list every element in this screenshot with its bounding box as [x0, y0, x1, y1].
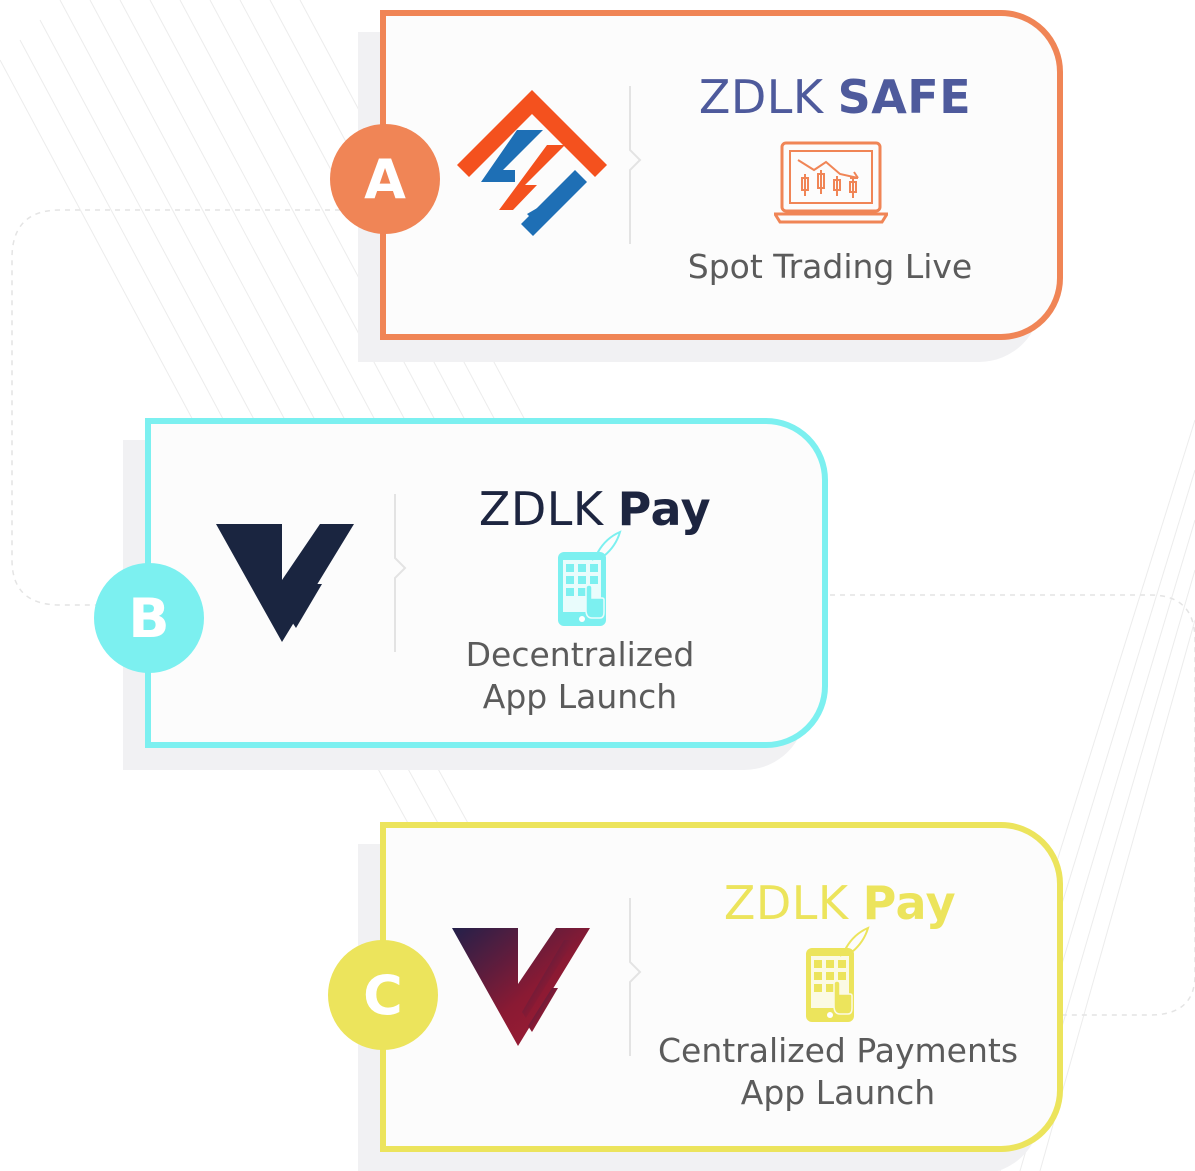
caption-centralized-payments: Centralized Payments App Launch	[628, 1030, 1048, 1114]
brand-label: ZDLK	[478, 482, 604, 536]
caption-decentralized-app: Decentralized App Launch	[410, 634, 750, 718]
title-zdlk-pay-c: ZDLK Pay	[700, 876, 980, 930]
step-badge-c: C	[328, 940, 438, 1050]
step-badge-b: B	[94, 563, 204, 673]
product-label: SAFE	[837, 70, 972, 124]
navy-v-logo	[216, 524, 354, 642]
caption-line: Centralized Payments	[657, 1031, 1019, 1070]
zdlk-safe-logo	[457, 90, 607, 236]
brand-label: ZDLK	[698, 70, 824, 124]
caption-line: App Launch	[740, 1073, 936, 1112]
product-label: Pay	[862, 876, 957, 930]
title-zdlk-safe: ZDLK SAFE	[690, 70, 980, 124]
product-label: Pay	[617, 482, 712, 536]
divider-a	[629, 86, 642, 244]
mobile-app-rocket-icon	[806, 926, 870, 1022]
divider-b	[394, 494, 407, 652]
caption-line: Decentralized	[465, 635, 695, 674]
caption-line: Spot Trading Live	[687, 247, 973, 286]
step-badge-a: A	[330, 124, 440, 234]
laptop-chart-icon	[774, 141, 888, 224]
caption-spot-trading: Spot Trading Live	[660, 246, 1000, 288]
mobile-app-rocket-icon	[558, 530, 622, 626]
gradient-v-logo	[452, 928, 590, 1046]
brand-label: ZDLK	[723, 876, 849, 930]
caption-line: App Launch	[482, 677, 678, 716]
title-zdlk-pay-b: ZDLK Pay	[450, 482, 740, 536]
